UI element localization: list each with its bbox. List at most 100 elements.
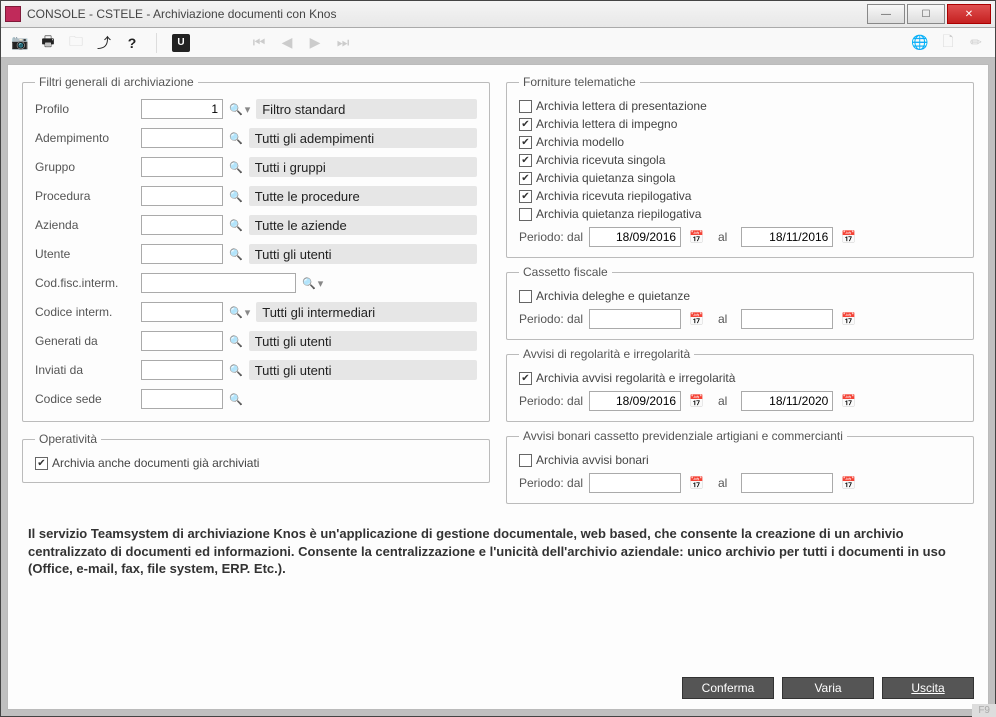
calendar-icon[interactable]: 📅 — [841, 230, 856, 244]
search-icon[interactable]: 🔍 — [229, 219, 243, 232]
date-avvisi-to[interactable] — [741, 391, 833, 411]
input-codfisc[interactable] — [141, 273, 296, 293]
upload-icon[interactable]: ⤴ — [95, 34, 113, 52]
calendar-icon[interactable]: 📅 — [689, 476, 704, 490]
checkbox-archivia-gia[interactable] — [35, 457, 48, 470]
input-azienda[interactable] — [141, 215, 223, 235]
u-icon[interactable]: U — [172, 34, 190, 52]
label-modello: Archivia modello — [536, 135, 624, 149]
label-deleghe: Archivia deleghe e quietanze — [536, 289, 690, 303]
checkbox-bonari[interactable] — [519, 454, 532, 467]
label-procedura: Procedura — [35, 189, 135, 203]
date-forniture-to[interactable] — [741, 227, 833, 247]
camera-icon[interactable]: 📷 — [11, 34, 29, 52]
checkbox-lettera-imp[interactable] — [519, 118, 532, 131]
chevron-down-icon[interactable]: ▾ — [245, 103, 251, 116]
desc-azienda: Tutte le aziende — [249, 215, 477, 235]
search-icon[interactable]: 🔍 — [229, 364, 243, 377]
row-profilo: Profilo 🔍▾ Filtro standard — [35, 99, 477, 119]
row-inviati: Inviati da 🔍 Tutti gli utenti — [35, 360, 477, 380]
label-archivia-gia: Archivia anche documenti già archiviati — [52, 456, 259, 470]
input-adempimento[interactable] — [141, 128, 223, 148]
label-periodo-dal: Periodo: dal — [519, 230, 583, 244]
maximize-button[interactable]: ☐ — [907, 4, 945, 24]
label-periodo-dal: Periodo: dal — [519, 394, 583, 408]
print-icon[interactable]: 🖶 — [39, 34, 57, 52]
desc-procedura: Tutte le procedure — [249, 186, 477, 206]
search-icon[interactable]: 🔍 — [229, 306, 243, 319]
search-icon[interactable]: 🔍 — [229, 393, 243, 406]
checkbox-avvisi-reg[interactable] — [519, 372, 532, 385]
close-button[interactable]: ✕ — [947, 4, 991, 24]
checkbox-quiet-riep[interactable] — [519, 208, 532, 221]
fieldset-forniture: Forniture telematiche Archivia lettera d… — [506, 75, 974, 258]
label-al: al — [718, 230, 727, 244]
varia-button[interactable]: Varia — [782, 677, 874, 699]
label-codsede: Codice sede — [35, 392, 135, 406]
nav-last-icon: ⏭ — [334, 34, 352, 52]
checkbox-ric-riep[interactable] — [519, 190, 532, 203]
date-bonari-to[interactable] — [741, 473, 833, 493]
calendar-icon[interactable]: 📅 — [689, 394, 704, 408]
input-utente[interactable] — [141, 244, 223, 264]
label-ric-riep: Archivia ricevuta riepilogativa — [536, 189, 691, 203]
calendar-icon[interactable]: 📅 — [689, 230, 704, 244]
minimize-button[interactable]: — — [867, 4, 905, 24]
app-icon — [5, 6, 21, 22]
search-icon[interactable]: 🔍 — [229, 335, 243, 348]
help-icon[interactable]: ? — [123, 34, 141, 52]
calendar-icon[interactable]: 📅 — [841, 312, 856, 326]
input-generati[interactable] — [141, 331, 223, 351]
nav-next-icon: ▶ — [306, 34, 324, 52]
search-icon[interactable]: 🔍 — [229, 248, 243, 261]
chevron-down-icon[interactable]: ▾ — [245, 306, 251, 319]
date-cassetto-to[interactable] — [741, 309, 833, 329]
main-panel: Filtri generali di archiviazione Profilo… — [7, 64, 989, 710]
checkbox-lettera-pres[interactable] — [519, 100, 532, 113]
conferma-button[interactable]: Conferma — [682, 677, 774, 699]
calendar-icon[interactable]: 📅 — [841, 476, 856, 490]
search-icon[interactable]: 🔍 — [229, 132, 243, 145]
input-profilo[interactable] — [141, 99, 223, 119]
row-archivia-gia: Archivia anche documenti già archiviati — [35, 456, 477, 470]
window-title: CONSOLE - CSTELE - Archiviazione documen… — [27, 7, 336, 21]
checkbox-modello[interactable] — [519, 136, 532, 149]
fieldset-filtri: Filtri generali di archiviazione Profilo… — [22, 75, 490, 422]
date-avvisi-from[interactable] — [589, 391, 681, 411]
calendar-icon[interactable]: 📅 — [841, 394, 856, 408]
label-gruppo: Gruppo — [35, 160, 135, 174]
checkbox-ric-sing[interactable] — [519, 154, 532, 167]
input-gruppo[interactable] — [141, 157, 223, 177]
titlebar[interactable]: CONSOLE - CSTELE - Archiviazione documen… — [1, 1, 995, 28]
doc-icon: 🗋 — [939, 34, 957, 52]
checkbox-quiet-sing[interactable] — [519, 172, 532, 185]
search-icon[interactable]: 🔍 — [229, 161, 243, 174]
globe-icon: 🌐 — [911, 34, 929, 52]
label-quiet-sing: Archivia quietanza singola — [536, 171, 675, 185]
checkbox-deleghe[interactable] — [519, 290, 532, 303]
search-icon[interactable]: 🔍 — [229, 190, 243, 203]
input-inviati[interactable] — [141, 360, 223, 380]
app-window: CONSOLE - CSTELE - Archiviazione documen… — [0, 0, 996, 717]
row-generati: Generati da 🔍 Tutti gli utenti — [35, 331, 477, 351]
chevron-down-icon[interactable]: ▾ — [318, 277, 324, 290]
input-codsede[interactable] — [141, 389, 223, 409]
input-procedura[interactable] — [141, 186, 223, 206]
label-codinterm: Codice interm. — [35, 305, 135, 319]
desc-gruppo: Tutti i gruppi — [249, 157, 477, 177]
description-text: Il servizio Teamsystem di archiviazione … — [22, 521, 974, 582]
calendar-icon[interactable]: 📅 — [689, 312, 704, 326]
legend-cassetto: Cassetto fiscale — [519, 265, 612, 279]
date-bonari-from[interactable] — [589, 473, 681, 493]
search-icon[interactable]: 🔍 — [302, 277, 316, 290]
date-cassetto-from[interactable] — [589, 309, 681, 329]
label-azienda: Azienda — [35, 218, 135, 232]
legend-forniture: Forniture telematiche — [519, 75, 640, 89]
label-periodo-dal: Periodo: dal — [519, 476, 583, 490]
fieldset-avvisi: Avvisi di regolarità e irregolarità Arch… — [506, 347, 974, 422]
row-codfisc: Cod.fisc.interm. 🔍▾ — [35, 273, 477, 293]
input-codinterm[interactable] — [141, 302, 223, 322]
search-icon[interactable]: 🔍 — [229, 103, 243, 116]
date-forniture-from[interactable] — [589, 227, 681, 247]
uscita-button[interactable]: Uscita — [882, 677, 974, 699]
